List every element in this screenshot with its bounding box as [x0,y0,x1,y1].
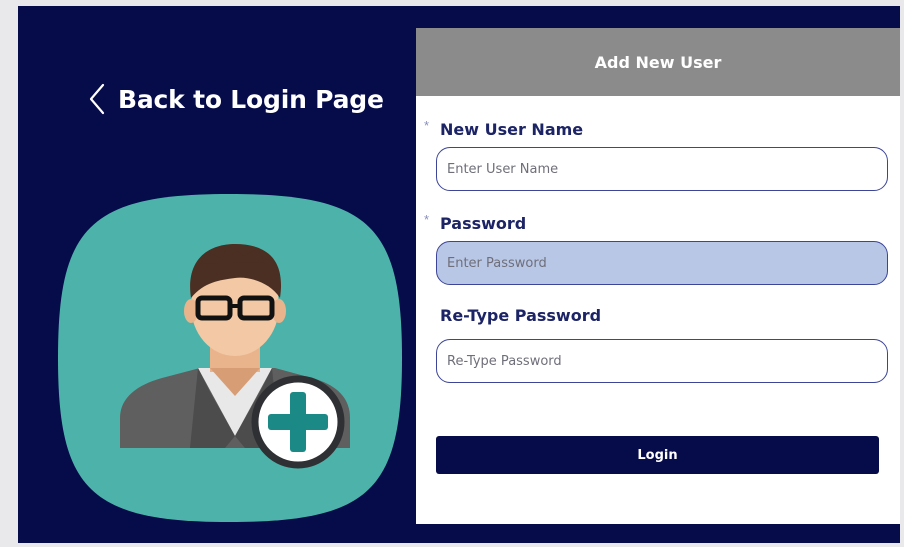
required-marker: * [424,212,430,227]
add-user-form: Add New User * New User Name * Password … [416,28,900,524]
add-user-icon [58,194,402,522]
add-user-screen: Back to Login Page Add New User * New Us… [18,6,900,543]
form-header: Add New User [416,28,900,96]
form-title: Add New User [594,52,722,72]
password-label: Password [440,214,527,233]
chevron-left-icon [89,83,105,115]
retype-password-label: Re-Type Password [440,306,602,325]
required-marker: * [424,118,430,133]
username-label: New User Name [440,120,584,139]
password-input[interactable] [436,241,888,285]
retype-password-input[interactable] [436,339,888,383]
username-input[interactable] [436,147,888,191]
login-button[interactable]: Login [436,436,879,474]
back-link-label: Back to Login Page [118,84,384,114]
plus-badge [251,375,345,469]
back-to-login-link[interactable]: Back to Login Page [86,82,384,116]
